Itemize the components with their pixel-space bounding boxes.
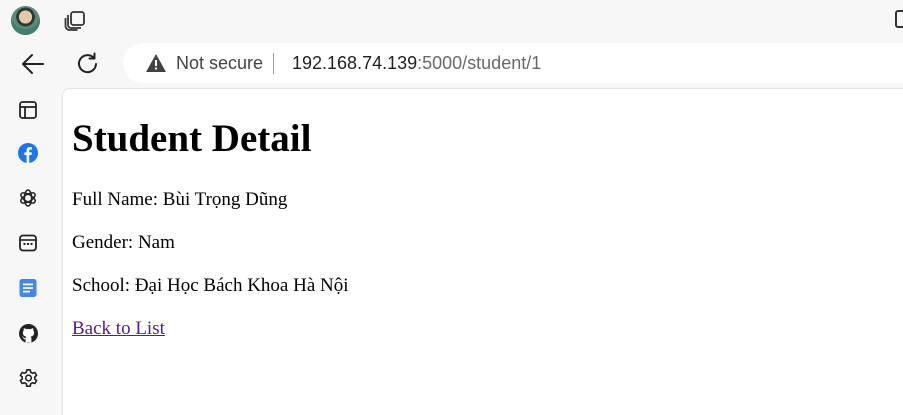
warning-triangle-icon[interactable] bbox=[145, 53, 167, 73]
address-bar[interactable]: Not secure 192.168.74.139:5000/student/1 bbox=[123, 43, 903, 83]
back-arrow-icon bbox=[22, 54, 44, 74]
reload-button[interactable] bbox=[74, 50, 102, 78]
collections-icon[interactable] bbox=[16, 98, 40, 122]
security-status-label[interactable]: Not secure bbox=[176, 53, 263, 74]
full-name-label: Full Name: bbox=[72, 189, 159, 210]
gender-value: Nam bbox=[137, 232, 175, 253]
calendar-app-icon[interactable] bbox=[16, 231, 40, 255]
gender-row: Gender: Nam bbox=[72, 232, 175, 254]
school-label: School: bbox=[72, 275, 131, 296]
facebook-icon[interactable] bbox=[16, 141, 40, 165]
tab-actions-icon[interactable] bbox=[63, 9, 87, 31]
reload-icon bbox=[78, 52, 97, 74]
url-host: 192.168.74.139 bbox=[292, 53, 418, 73]
settings-gear-icon[interactable] bbox=[16, 366, 40, 390]
address-bar-divider bbox=[273, 53, 274, 74]
chatgpt-icon[interactable] bbox=[16, 186, 40, 210]
school-value: Đại Học Bách Khoa Hà Nội bbox=[134, 275, 349, 296]
url-path: :5000/student/1 bbox=[417, 53, 542, 73]
url-text[interactable]: 192.168.74.139:5000/student/1 bbox=[292, 53, 541, 74]
full-name-row: Full Name: Bùi Trọng Dũng bbox=[72, 189, 287, 211]
profile-avatar[interactable] bbox=[11, 6, 40, 35]
full-name-value: Bùi Trọng Dũng bbox=[162, 189, 288, 210]
browser-sidebar bbox=[0, 88, 61, 415]
gender-label: Gender: bbox=[72, 232, 134, 253]
window-icon[interactable] bbox=[895, 10, 903, 28]
school-row: School: Đại Học Bách Khoa Hà Nội bbox=[72, 275, 349, 297]
page-content: Student Detail Full Name: Bùi Trọng Dũng… bbox=[62, 88, 903, 415]
github-icon[interactable] bbox=[16, 321, 40, 345]
browser-toolbar: Not secure 192.168.74.139:5000/student/1 bbox=[0, 40, 903, 88]
page-title: Student Detail bbox=[72, 117, 312, 160]
docs-icon[interactable] bbox=[16, 276, 40, 300]
back-to-list-link[interactable]: Back to List bbox=[72, 318, 165, 340]
back-button[interactable] bbox=[19, 50, 47, 78]
browser-title-bar bbox=[0, 0, 903, 40]
